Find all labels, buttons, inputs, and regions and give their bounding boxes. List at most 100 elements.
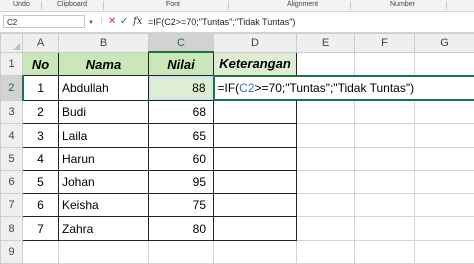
header-cell-keterangan[interactable]: Keterangan xyxy=(213,51,297,77)
row-header-4[interactable]: 4 xyxy=(0,123,23,148)
row-header-2[interactable]: 2 xyxy=(0,75,24,101)
cancel-icon[interactable]: ✕ xyxy=(108,16,116,28)
ribbon-separator xyxy=(228,1,229,10)
cell[interactable] xyxy=(414,123,474,148)
cell-no[interactable]: 5 xyxy=(22,169,59,195)
cell[interactable] xyxy=(354,193,415,218)
cell[interactable] xyxy=(213,239,297,264)
cell-nama[interactable]: Johan xyxy=(58,169,149,195)
table-row: 4 3 Laila 65 xyxy=(0,123,474,148)
cell[interactable] xyxy=(354,51,415,77)
ribbon-group-alignment[interactable]: Alignment xyxy=(287,0,318,10)
cell-nama[interactable]: Zahra xyxy=(58,216,149,241)
cell[interactable] xyxy=(414,146,474,171)
header-cell-nama[interactable]: Nama xyxy=(58,51,149,77)
header-cell-no[interactable]: No xyxy=(22,51,59,77)
cell-keterangan[interactable] xyxy=(213,216,297,241)
cell[interactable] xyxy=(414,51,474,77)
ribbon-group-clipboard[interactable]: Clipboard xyxy=(57,0,87,10)
chevron-down-icon[interactable]: ▼ xyxy=(88,19,94,27)
cell[interactable] xyxy=(414,216,474,241)
column-header-b[interactable]: B xyxy=(58,33,149,53)
cell[interactable] xyxy=(58,239,149,264)
formula-input[interactable]: =IF(C2>=70;"Tuntas";"Tidak Tuntas") xyxy=(148,16,295,28)
cell[interactable] xyxy=(414,169,474,195)
formula-prefix: =IF( xyxy=(217,81,240,96)
cell-nilai[interactable]: 60 xyxy=(148,146,214,171)
select-all-button[interactable] xyxy=(0,33,23,53)
cell-nilai[interactable]: 75 xyxy=(148,193,214,218)
cell[interactable] xyxy=(354,169,415,195)
cell-no[interactable]: 1 xyxy=(22,75,59,101)
cell[interactable] xyxy=(354,239,415,264)
cell-keterangan[interactable] xyxy=(213,169,297,195)
cell-nama[interactable]: Keisha xyxy=(58,193,149,218)
cell-nilai[interactable]: 95 xyxy=(148,169,214,195)
cell-keterangan[interactable] xyxy=(213,123,297,148)
column-header-c[interactable]: C xyxy=(148,33,214,54)
cell-nilai[interactable]: 68 xyxy=(148,99,214,125)
cell-keterangan[interactable] xyxy=(213,193,297,218)
table-row: 8 7 Zahra 80 xyxy=(0,216,474,241)
cell[interactable] xyxy=(296,99,355,125)
cell-no[interactable]: 2 xyxy=(22,99,59,125)
cell[interactable] xyxy=(148,239,214,264)
cell-nama[interactable]: Harun xyxy=(58,146,149,171)
table-row: 2 1 Abdullah 88 =IF(C2>=70;"Tuntas";"Tid… xyxy=(0,74,474,102)
cell-nilai-selected[interactable]: 88 xyxy=(148,75,214,101)
cell-no[interactable]: 3 xyxy=(22,123,59,148)
row-header-1[interactable]: 1 xyxy=(0,51,23,77)
cell-keterangan[interactable] xyxy=(213,99,297,125)
row-header-8[interactable]: 8 xyxy=(0,216,23,241)
formula-suffix: >=70;"Tuntas";"Tidak Tuntas") xyxy=(254,81,415,96)
cell-nilai[interactable]: 65 xyxy=(148,123,214,148)
cell-nilai[interactable]: 80 xyxy=(148,216,214,241)
ribbon-group-number[interactable]: Number xyxy=(390,0,415,10)
cell[interactable] xyxy=(22,239,59,264)
row-header-7[interactable]: 7 xyxy=(0,193,23,218)
cell-keterangan[interactable] xyxy=(213,146,297,171)
header-cell-nilai[interactable]: Nilai xyxy=(148,51,214,77)
cell-no[interactable]: 7 xyxy=(22,216,59,241)
cell[interactable] xyxy=(296,146,355,171)
cell[interactable] xyxy=(296,239,355,264)
table-row: 7 6 Keisha 75 xyxy=(0,193,474,218)
cell[interactable] xyxy=(296,216,355,241)
cell-nama[interactable]: Budi xyxy=(58,99,149,125)
cell-nama[interactable]: Abdullah xyxy=(58,75,149,101)
cell[interactable] xyxy=(414,193,474,218)
cell[interactable] xyxy=(296,169,355,195)
name-box[interactable]: C2 xyxy=(3,15,85,28)
row-header-9[interactable]: 9 xyxy=(0,239,23,264)
column-header-f[interactable]: F xyxy=(354,33,415,53)
column-header-e[interactable]: E xyxy=(296,33,355,53)
cell-formula-text: =IF(C2>=70;"Tuntas";"Tidak Tuntas") xyxy=(218,81,415,95)
cell[interactable] xyxy=(296,193,355,218)
row-header-6[interactable]: 6 xyxy=(0,169,23,195)
ribbon-separator xyxy=(41,1,42,10)
ribbon-group-undo[interactable]: Undo xyxy=(13,0,30,10)
row-header-3[interactable]: 3 xyxy=(0,99,23,125)
ribbon-group-font[interactable]: Font xyxy=(166,0,180,10)
cell[interactable] xyxy=(354,99,415,125)
cell[interactable] xyxy=(414,99,474,125)
cell-no[interactable]: 6 xyxy=(22,193,59,218)
cell[interactable] xyxy=(296,123,355,148)
cell[interactable] xyxy=(414,239,474,264)
cell-no[interactable]: 4 xyxy=(22,146,59,171)
fx-icon[interactable]: fx xyxy=(133,16,142,28)
column-header-a[interactable]: A xyxy=(22,33,59,53)
column-header-d[interactable]: D xyxy=(213,33,297,53)
column-header-g[interactable]: G xyxy=(414,33,474,53)
enter-icon[interactable]: ✓ xyxy=(120,16,128,28)
cell[interactable] xyxy=(354,123,415,148)
cell-keterangan-editing[interactable]: =IF(C2>=70;"Tuntas";"Tidak Tuntas") xyxy=(212,74,474,102)
select-all-icon xyxy=(13,42,20,50)
cell-nama[interactable]: Laila xyxy=(58,123,149,148)
cell[interactable] xyxy=(354,146,415,171)
ribbon-separator xyxy=(350,1,351,10)
cell[interactable] xyxy=(296,51,355,77)
ribbon-separator xyxy=(103,1,104,10)
row-header-5[interactable]: 5 xyxy=(0,146,23,171)
cell[interactable] xyxy=(354,216,415,241)
